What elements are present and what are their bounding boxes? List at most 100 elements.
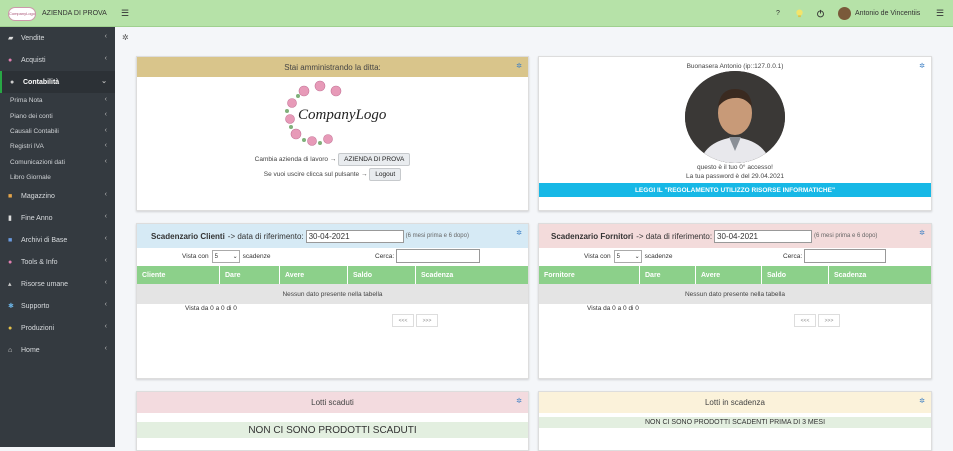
next-button[interactable]: >>> — [416, 314, 438, 327]
reference-date-input[interactable]: 30-04-2021 — [305, 229, 404, 243]
sidebar-item-label: Archivi di Base — [21, 236, 68, 244]
column-header[interactable]: Avere — [696, 266, 762, 284]
cog-icon[interactable]: ✲ — [516, 397, 522, 405]
range-note: (6 mesi prima e 6 dopo) — [405, 233, 469, 239]
brand[interactable]: CompanyLogo AZIENDA DI PROVA — [0, 0, 115, 27]
sidebar-item-label: Fine Anno — [21, 214, 53, 222]
right-menu-icon[interactable]: ☰ — [936, 0, 944, 27]
sidebar-subitem-label: Libro Giornale — [10, 174, 51, 182]
sidebar-item-contabilita[interactable]: ● Contabilità ⌄ — [0, 71, 115, 93]
sidebar-item-archivi[interactable]: ■ Archivi di Base ‹ — [0, 229, 115, 251]
page-length-select[interactable]: 5 ⌄ — [613, 250, 642, 263]
lightbulb-icon[interactable] — [795, 0, 804, 27]
sidebar-item-risorse-umane[interactable]: ▴ Risorse umane ‹ — [0, 273, 115, 295]
search-input[interactable] — [804, 249, 887, 263]
user-menu[interactable]: Antonio de Vincentiis — [838, 0, 920, 27]
expiring-lots-message: NON CI SONO PRODOTTI SCADENTI PRIMA DI 3… — [539, 417, 931, 428]
sidebar-item-produzioni[interactable]: ● Produzioni ‹ — [0, 317, 115, 339]
range-note: (6 mesi prima e 6 dopo) — [814, 233, 878, 239]
sidebar-item-supporto[interactable]: ✱ Supporto ‹ — [0, 295, 115, 317]
sidebar-item-label: Tools & Info — [21, 258, 58, 266]
tools-icon: ● — [8, 258, 13, 266]
sidebar-subitem-causali[interactable]: Causali Contabili ‹ — [0, 124, 115, 139]
sidebar-item-magazzino[interactable]: ■ Magazzino ‹ — [0, 185, 115, 207]
page-length-select[interactable]: 5 ⌄ — [211, 250, 240, 263]
cog-icon[interactable]: ✲ — [919, 397, 925, 405]
sidebar-item-tools[interactable]: ● Tools & Info ‹ — [0, 251, 115, 273]
password-date: La tua password è del 29.04.2021 — [686, 173, 784, 180]
pagination: <<< >>> — [392, 314, 440, 327]
company-logo-text: CompanyLogo — [298, 107, 387, 123]
expiring-lots-header: Lotti in scadenza ✲ — [539, 392, 931, 413]
settings-gear-icon[interactable]: ✲ — [122, 33, 129, 42]
cog-icon[interactable]: ✲ — [516, 229, 522, 237]
sidebar-subitem-comunicazioni[interactable]: Comunicazioni dati ‹ — [0, 155, 115, 170]
archive-icon: ■ — [8, 236, 13, 244]
cog-icon[interactable]: ✲ — [919, 229, 925, 237]
avatar — [838, 7, 851, 20]
chevron-left-icon: ‹ — [104, 126, 107, 134]
chevron-left-icon: ‹ — [104, 191, 107, 199]
company-logo: CompanyLogo — [274, 79, 394, 147]
sidebar-item-label: Supporto — [21, 302, 50, 310]
power-icon[interactable] — [816, 0, 825, 27]
table-header: Fornitore Dare Avere Saldo Scadenza — [539, 266, 931, 284]
chevron-left-icon: ‹ — [104, 257, 107, 265]
sidebar-subitem-registri-iva[interactable]: Registri IVA ‹ — [0, 139, 115, 154]
sidebar-item-label: Vendite — [21, 34, 45, 42]
cog-icon[interactable]: ✲ — [516, 62, 522, 70]
prev-button[interactable]: <<< — [794, 314, 816, 327]
sidebar-item-fine-anno[interactable]: ▮ Fine Anno ‹ — [0, 207, 115, 229]
change-company-row: Cambia azienda di lavoro → AZIENDA DI PR… — [137, 153, 528, 166]
reference-date-input[interactable]: 30-04-2021 — [714, 229, 813, 243]
prev-button[interactable]: <<< — [392, 314, 414, 327]
chevron-left-icon: ‹ — [104, 235, 107, 243]
column-header[interactable]: Scadenza — [829, 266, 931, 284]
suppliers-due-card: Scadenzario Fornitori -> data di riferim… — [538, 223, 932, 379]
sidebar-item-label: Home — [21, 346, 40, 354]
column-header[interactable]: Dare — [220, 266, 280, 284]
clients-due-header: Scadenzario Clienti -> data di riferimen… — [137, 224, 528, 248]
search-input[interactable] — [396, 249, 481, 263]
greeting: Buonasera Antonio (ip::127.0.0.1) — [686, 63, 784, 70]
column-header[interactable]: Scadenza — [416, 266, 528, 284]
page-length-suffix: scadenze — [242, 253, 271, 260]
sidebar-subitem-libro-giornale[interactable]: Libro Giornale — [0, 170, 115, 185]
sidebar-subitem-label: Comunicazioni dati — [10, 158, 65, 166]
sidebar-item-home[interactable]: ⌂ Home ‹ — [0, 339, 115, 361]
gear-icon: ● — [8, 324, 13, 332]
sidebar: ▰ Vendite ‹ ● Acquisti ‹ ● Contabilità ⌄ Prima… — [0, 27, 115, 447]
chevron-left-icon: ‹ — [104, 55, 107, 62]
column-header[interactable]: Saldo — [762, 266, 829, 284]
reference-date-label: -> data di riferimento: — [227, 231, 304, 241]
sidebar-subitem-piano-conti[interactable]: Piano dei conti ‹ — [0, 108, 115, 123]
empty-table-message: Nessun dato presente nella tabella — [137, 284, 528, 304]
page-length-control: Vista con 5 ⌄ scadenze — [182, 250, 270, 263]
column-header[interactable]: Cliente — [137, 266, 220, 284]
column-header[interactable]: Fornitore — [539, 266, 640, 284]
sidebar-item-acquisti[interactable]: ● Acquisti ‹ — [0, 49, 115, 71]
page-length-control: Vista con 5 ⌄ scadenze — [584, 250, 672, 263]
chevron-left-icon: ‹ — [104, 157, 107, 165]
cart-icon: ● — [8, 56, 13, 64]
page-length-label: Vista con — [182, 253, 209, 260]
empty-table-message: Nessun dato presente nella tabella — [539, 284, 931, 304]
sidebar-item-vendite[interactable]: ▰ Vendite ‹ — [0, 27, 115, 49]
column-header[interactable]: Avere — [280, 266, 348, 284]
rules-button[interactable]: LEGGI IL "REGOLAMENTO UTILIZZO RISORSE I… — [539, 183, 931, 197]
expired-lots-card: Lotti scaduti ✲ NON CI SONO PRODOTTI SCA… — [136, 391, 529, 451]
help-icon[interactable]: ? — [776, 0, 780, 27]
column-header[interactable]: Saldo — [348, 266, 416, 284]
logout-button[interactable]: Logout — [369, 168, 402, 181]
sidebar-subitem-prima-nota[interactable]: Prima Nota ‹ — [0, 93, 115, 108]
clients-due-card: Scadenzario Clienti -> data di riferimen… — [136, 223, 529, 379]
menu-toggle-icon[interactable]: ☰ — [121, 8, 129, 19]
pagination: <<< >>> — [794, 314, 842, 327]
column-header[interactable]: Dare — [640, 266, 696, 284]
expired-lots-title: Lotti scaduti — [311, 398, 354, 407]
company-select-button[interactable]: AZIENDA DI PROVA — [338, 153, 411, 166]
search-label: Cerca: — [375, 252, 395, 260]
next-button[interactable]: >>> — [818, 314, 840, 327]
chevron-left-icon: ‹ — [104, 111, 107, 119]
clients-due-title: Scadenzario Clienti — [151, 231, 225, 241]
